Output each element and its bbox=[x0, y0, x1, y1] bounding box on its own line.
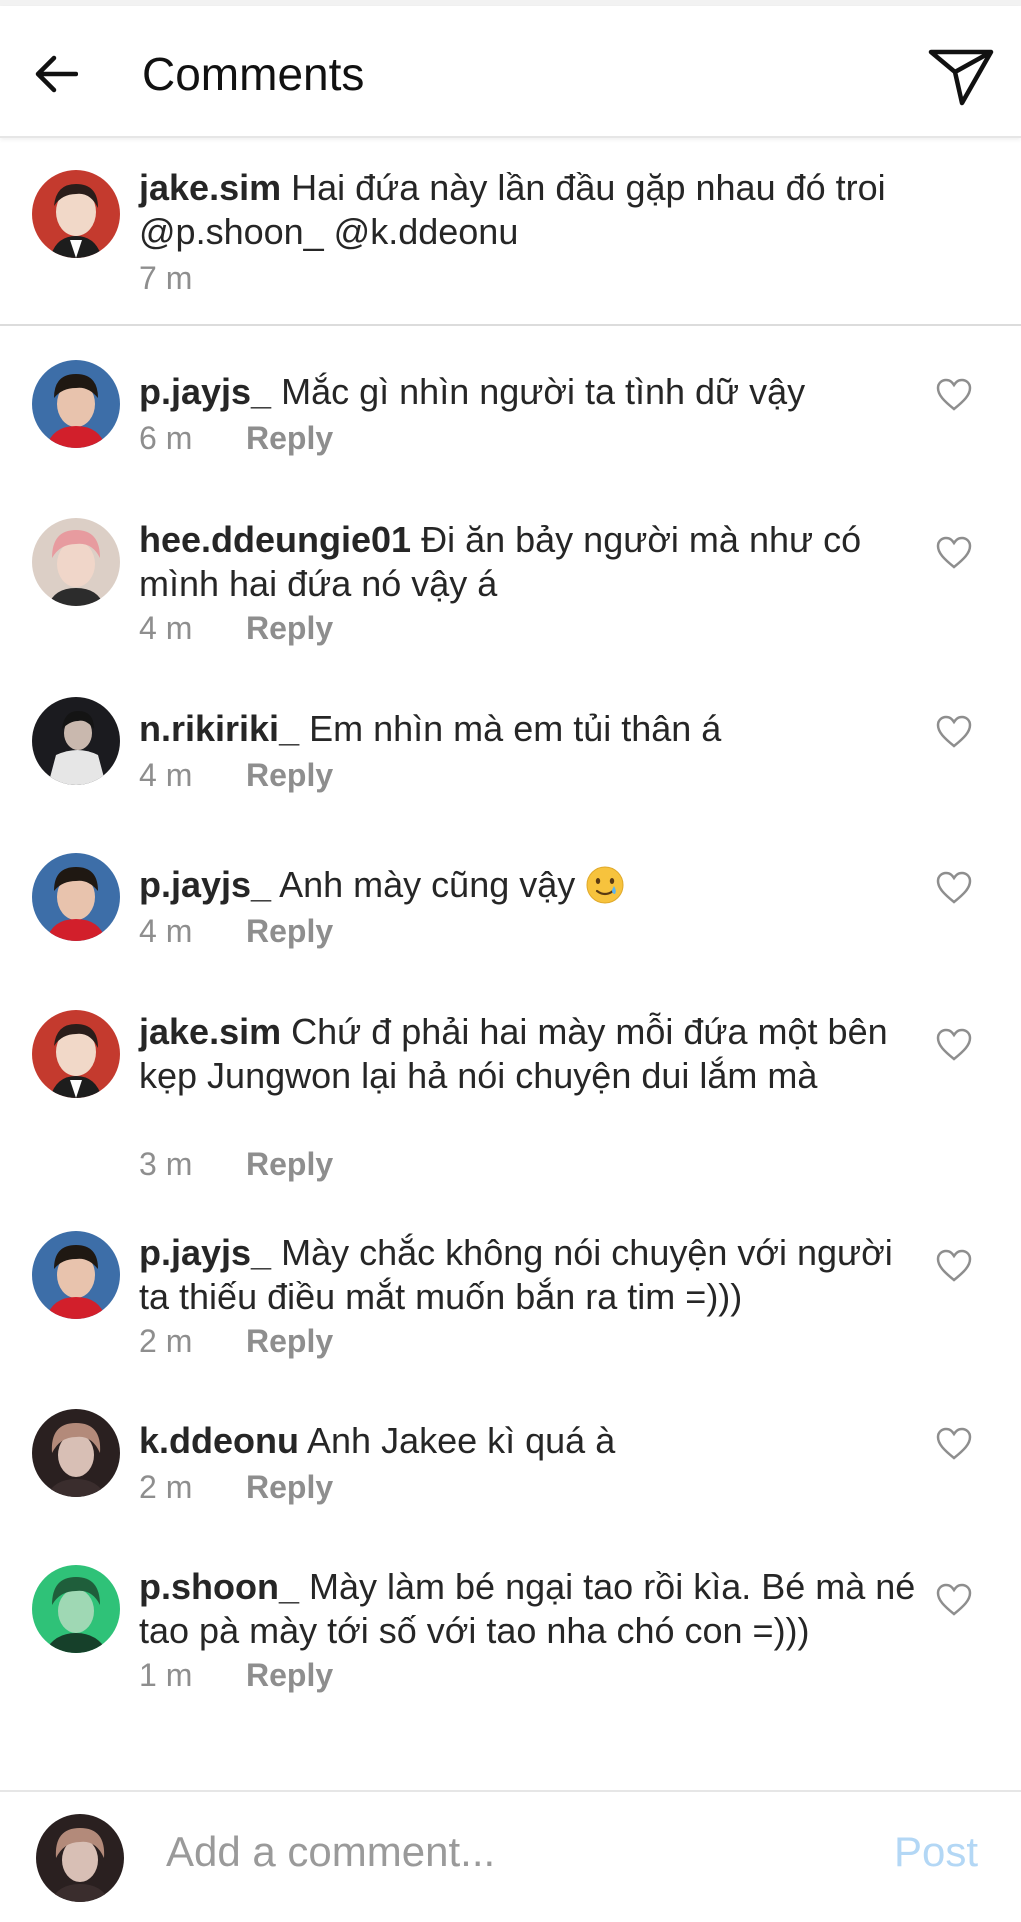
heart-icon[interactable] bbox=[936, 1249, 972, 1283]
reply-button[interactable]: Reply bbox=[246, 610, 333, 646]
reply-button[interactable]: Reply bbox=[246, 1657, 333, 1693]
avatar-image bbox=[32, 518, 120, 606]
comment-text: jake.sim Chứ đ phải hai mày mỗi đứa một … bbox=[139, 1010, 929, 1098]
username[interactable]: n.rikiriki_ bbox=[139, 708, 299, 749]
reply-button[interactable]: Reply bbox=[246, 1323, 333, 1359]
timestamp: 2 m bbox=[139, 1469, 193, 1505]
timestamp: 4 m bbox=[139, 913, 193, 949]
avatar[interactable] bbox=[32, 518, 120, 606]
avatar[interactable] bbox=[32, 1565, 120, 1653]
my-avatar bbox=[36, 1814, 124, 1902]
username[interactable]: p.jayjs_ bbox=[139, 864, 271, 905]
heart-icon[interactable] bbox=[936, 1427, 972, 1461]
post-caption: jake.sim Hai đứa này lần đầu gặp nhau đó… bbox=[0, 138, 1021, 326]
heart-icon[interactable] bbox=[936, 871, 972, 905]
back-button[interactable] bbox=[26, 44, 86, 104]
username[interactable]: p.shoon_ bbox=[139, 1566, 299, 1607]
username[interactable]: jake.sim bbox=[139, 167, 281, 208]
comment-text: k.ddeonu Anh Jakee kì quá à bbox=[139, 1419, 929, 1463]
reply-button[interactable]: Reply bbox=[246, 1469, 333, 1505]
reply-button[interactable]: Reply bbox=[246, 757, 333, 793]
comment-meta: 4 m Reply bbox=[139, 911, 333, 951]
heart-icon[interactable] bbox=[936, 715, 972, 749]
comment-text: p.jayjs_ Anh mày cũng vậy bbox=[139, 863, 929, 907]
comment-meta: 4 m Reply bbox=[139, 608, 333, 648]
comment-text: p.jayjs_ Mắc gì nhìn người ta tình dữ vậ… bbox=[139, 370, 929, 414]
reply-button[interactable]: Reply bbox=[246, 420, 333, 456]
paper-plane-icon bbox=[928, 49, 994, 106]
page-title: Comments bbox=[142, 48, 365, 100]
heart-icon[interactable] bbox=[936, 536, 972, 570]
avatar-image bbox=[32, 1010, 120, 1098]
arrow-left-icon bbox=[35, 55, 78, 93]
comment-meta: 4 m Reply bbox=[139, 755, 333, 795]
username[interactable]: k.ddeonu bbox=[139, 1420, 299, 1461]
avatar[interactable] bbox=[32, 170, 120, 258]
comment-meta: 3 m Reply bbox=[139, 1144, 333, 1184]
timestamp: 1 m bbox=[139, 1657, 193, 1693]
comment-meta: 6 m Reply bbox=[139, 418, 333, 458]
post-button[interactable]: Post bbox=[894, 1822, 978, 1882]
comment-text: n.rikiriki_ Em nhìn mà em tủi thân á bbox=[139, 707, 929, 751]
avatar[interactable] bbox=[32, 853, 120, 941]
avatar-image bbox=[32, 697, 120, 785]
avatar[interactable] bbox=[32, 1010, 120, 1098]
smiling-face-with-tear-emoji bbox=[586, 866, 624, 904]
timestamp: 2 m bbox=[139, 1323, 193, 1359]
comment-body: Anh mày cũng vậy bbox=[279, 864, 576, 905]
comment-text: p.shoon_ Mày làm bé ngại tao rồi kìa. Bé… bbox=[139, 1565, 929, 1653]
avatar[interactable] bbox=[32, 1231, 120, 1319]
heart-icon[interactable] bbox=[936, 378, 972, 412]
username[interactable]: p.jayjs_ bbox=[139, 371, 271, 412]
comment-text: hee.ddeungie01 Đi ăn bảy người mà như có… bbox=[139, 518, 929, 606]
timestamp: 7 m bbox=[139, 260, 193, 296]
comment-text: p.jayjs_ Mày chắc không nói chuyện với n… bbox=[139, 1231, 929, 1319]
share-button[interactable] bbox=[926, 46, 996, 108]
caption-text: jake.sim Hai đứa này lần đầu gặp nhau đó… bbox=[139, 166, 929, 254]
comment-meta: 1 m Reply bbox=[139, 1655, 333, 1695]
username[interactable]: hee.ddeungie01 bbox=[139, 519, 411, 560]
comment-body: Mắc gì nhìn người ta tình dữ vậy bbox=[281, 371, 806, 412]
timestamp: 4 m bbox=[139, 757, 193, 793]
reply-button[interactable]: Reply bbox=[246, 913, 333, 949]
comment-composer: Post bbox=[0, 1790, 1021, 1922]
comments-header: Comments bbox=[0, 6, 1021, 138]
avatar-image bbox=[32, 1409, 120, 1497]
avatar-image bbox=[32, 1565, 120, 1653]
reply-button[interactable]: Reply bbox=[246, 1146, 333, 1182]
avatar-image bbox=[32, 853, 120, 941]
caption-meta: 7 m bbox=[139, 258, 246, 298]
timestamp: 3 m bbox=[139, 1146, 193, 1182]
comment-input[interactable] bbox=[166, 1822, 866, 1882]
comment-body: Em nhìn mà em tủi thân á bbox=[309, 708, 722, 749]
avatar-image bbox=[32, 170, 120, 258]
timestamp: 6 m bbox=[139, 420, 193, 456]
heart-icon[interactable] bbox=[936, 1583, 972, 1617]
avatar-image bbox=[32, 360, 120, 448]
avatar[interactable] bbox=[32, 1409, 120, 1497]
username[interactable]: jake.sim bbox=[139, 1011, 281, 1052]
avatar-image bbox=[36, 1814, 124, 1902]
timestamp: 4 m bbox=[139, 610, 193, 646]
avatar[interactable] bbox=[32, 697, 120, 785]
heart-icon[interactable] bbox=[936, 1028, 972, 1062]
username[interactable]: p.jayjs_ bbox=[139, 1232, 271, 1273]
avatar[interactable] bbox=[32, 360, 120, 448]
comment-body: Anh Jakee kì quá à bbox=[307, 1420, 616, 1461]
comment-meta: 2 m Reply bbox=[139, 1467, 333, 1507]
avatar-image bbox=[32, 1231, 120, 1319]
comment-meta: 2 m Reply bbox=[139, 1321, 333, 1361]
